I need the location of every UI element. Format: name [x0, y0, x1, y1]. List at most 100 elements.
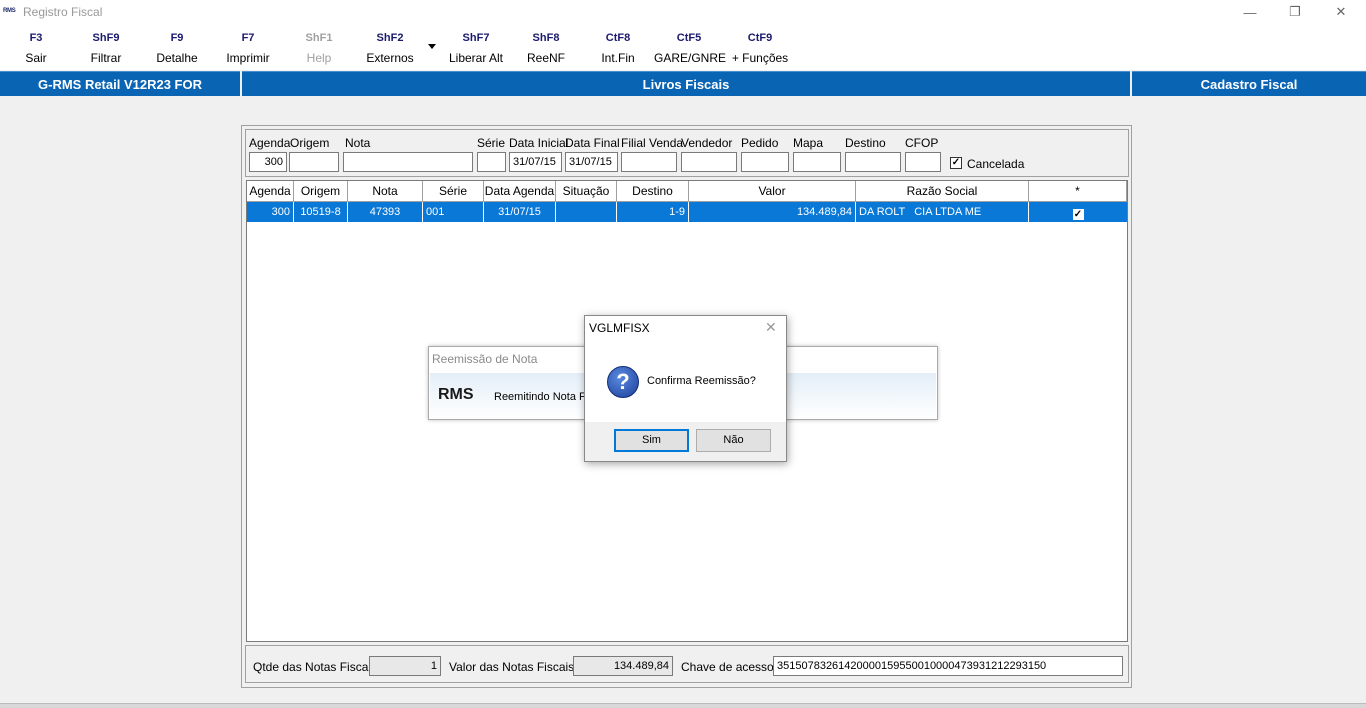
- shortcut-key: ShF9: [92, 32, 120, 44]
- cell-flag: ✓: [1029, 202, 1127, 222]
- filter-label-agenda: Agenda: [249, 136, 291, 150]
- destino-input[interactable]: [845, 152, 901, 172]
- toolbar-imprimir-button[interactable]: F7 Imprimir: [213, 32, 283, 65]
- toolbar-detalhe-button[interactable]: F9 Detalhe: [142, 32, 212, 65]
- valor-label: Valor das Notas Fiscais:: [449, 660, 578, 674]
- window-title: Registro Fiscal: [23, 5, 103, 19]
- origem-input[interactable]: [289, 152, 339, 172]
- chave-acesso-field[interactable]: 3515078326142000015955001000047393121229…: [773, 656, 1123, 676]
- chave-label: Chave de acesso:: [681, 660, 778, 674]
- header-module-title: Livros Fiscais: [242, 71, 1130, 96]
- nao-button[interactable]: Não: [696, 429, 771, 452]
- toolbar-gare-gnre-button[interactable]: CtF5 GARE/GNRE: [654, 32, 727, 65]
- row-checkbox[interactable]: ✓: [1072, 209, 1084, 220]
- confirm-dialog-title: VGLMFISX: [589, 321, 650, 335]
- toolbar-liberar-alt-button[interactable]: ShF7 Liberar Alt: [441, 32, 511, 65]
- col-header-destino[interactable]: Destino: [617, 181, 689, 202]
- shortcut-key: F9: [170, 32, 184, 44]
- col-header-origem[interactable]: Origem: [294, 181, 348, 202]
- toolbar-label: GARE/GNRE: [654, 51, 727, 65]
- pedido-input[interactable]: [741, 152, 789, 172]
- sim-button[interactable]: Sim: [614, 429, 689, 452]
- shortcut-key: ShF2: [376, 32, 404, 44]
- filial-venda-input[interactable]: [621, 152, 677, 172]
- qtde-label: Qtde das Notas Fiscais:: [253, 660, 381, 674]
- toolbar-label: Detalhe: [156, 51, 198, 65]
- col-header-situacao[interactable]: Situação: [556, 181, 617, 202]
- toolbar-intfin-button[interactable]: CtF8 Int.Fin: [583, 32, 653, 65]
- question-icon: ?: [607, 366, 639, 398]
- col-header-flag[interactable]: *: [1029, 181, 1127, 202]
- col-header-data-agenda[interactable]: Data Agenda: [484, 181, 556, 202]
- shortcut-key: CtF9: [747, 32, 773, 44]
- confirm-dialog: VGLMFISX ✕ ? Confirma Reemissão? Sim Não: [584, 315, 787, 462]
- toolbar-label: Sair: [25, 51, 47, 65]
- restore-button[interactable]: ❐: [1272, 0, 1318, 24]
- cell-origem: 10519-8: [294, 202, 348, 222]
- shortcut-key: F7: [241, 32, 255, 44]
- serie-input[interactable]: [477, 152, 506, 172]
- table-row[interactable]: 300 10519-8 47393 001 31/07/15 1-9 134.4…: [247, 202, 1127, 222]
- toolbar-sair-button[interactable]: F3 Sair: [1, 32, 71, 65]
- shortcut-key: CtF8: [605, 32, 631, 44]
- close-button[interactable]: ✕: [1318, 0, 1364, 24]
- col-header-agenda[interactable]: Agenda: [247, 181, 294, 202]
- confirm-message: Confirma Reemissão?: [647, 375, 756, 387]
- filter-label-cfop: CFOP: [905, 136, 939, 150]
- toolbar-label: ReeNF: [526, 51, 565, 65]
- nota-input[interactable]: [343, 152, 473, 172]
- data-inicial-input[interactable]: 31/07/15: [509, 152, 562, 172]
- toolbar-label: Imprimir: [226, 51, 270, 65]
- filter-label-mapa: Mapa: [793, 136, 824, 150]
- cell-valor: 134.489,84: [689, 202, 856, 222]
- filter-label-data-inicial: Data Inicial: [509, 136, 569, 150]
- filter-label-origem: Origem: [290, 136, 330, 150]
- shortcut-key: F3: [29, 32, 43, 44]
- close-icon[interactable]: ✕: [765, 319, 777, 336]
- cell-destino: 1-9: [617, 202, 689, 222]
- app-logo-icon: RMS: [3, 8, 16, 14]
- vendedor-input[interactable]: [681, 152, 737, 172]
- cell-nota: 47393: [348, 202, 423, 222]
- col-header-serie[interactable]: Série: [423, 181, 484, 202]
- agenda-input[interactable]: 300: [249, 152, 287, 172]
- col-header-razao-social[interactable]: Razão Social: [856, 181, 1029, 202]
- toolbar-label: Externos: [366, 51, 414, 65]
- filter-label-serie: Série: [477, 136, 506, 150]
- cell-data-agenda: 31/07/15: [484, 202, 556, 222]
- filter-label-pedido: Pedido: [741, 136, 779, 150]
- rms-logo: RMS: [438, 386, 474, 403]
- col-header-nota[interactable]: Nota: [348, 181, 423, 202]
- col-header-valor[interactable]: Valor: [689, 181, 856, 202]
- toolbar-reenf-button[interactable]: ShF8 ReeNF: [511, 32, 581, 65]
- taskbar-strip: [0, 703, 1366, 708]
- toolbar-help-button[interactable]: ShF1 Help: [284, 32, 354, 65]
- minimize-button[interactable]: —: [1227, 0, 1273, 24]
- cancelada-checkbox[interactable]: ✓: [950, 157, 962, 169]
- toolbar: F3 Sair ShF9 Filtrar F9 Detalhe F7 Impri…: [0, 24, 1366, 70]
- filter-label-data-final: Data Final: [565, 136, 620, 150]
- reemissao-dialog-title: Reemissão de Nota: [432, 352, 538, 366]
- cell-agenda: 300: [247, 202, 294, 222]
- externos-dropdown-icon[interactable]: [428, 44, 436, 49]
- shortcut-key: ShF1: [305, 32, 333, 44]
- toolbar-label: + Funções: [731, 51, 789, 65]
- filter-label-destino: Destino: [845, 136, 886, 150]
- toolbar-label: Help: [306, 51, 332, 65]
- toolbar-mais-funcoes-button[interactable]: CtF9 + Funções: [725, 32, 795, 65]
- shortcut-key: CtF5: [676, 32, 702, 44]
- cfop-input[interactable]: [905, 152, 941, 172]
- cell-situacao: [556, 202, 617, 222]
- cell-razao-social: DA ROLT CIA LTDA ME: [856, 202, 1029, 222]
- toolbar-label: Int.Fin: [601, 51, 635, 65]
- toolbar-filtrar-button[interactable]: ShF9 Filtrar: [71, 32, 141, 65]
- title-bar: RMS Registro Fiscal — ❐ ✕: [0, 0, 1366, 24]
- data-final-input[interactable]: 31/07/15: [565, 152, 618, 172]
- toolbar-label: Filtrar: [90, 51, 122, 65]
- cancelada-label: Cancelada: [967, 157, 1025, 171]
- filter-label-nota: Nota: [345, 136, 371, 150]
- qtde-field: 1: [369, 656, 441, 676]
- toolbar-externos-button[interactable]: ShF2 Externos: [355, 32, 425, 65]
- mapa-input[interactable]: [793, 152, 841, 172]
- filter-label-vendedor: Vendedor: [681, 136, 733, 150]
